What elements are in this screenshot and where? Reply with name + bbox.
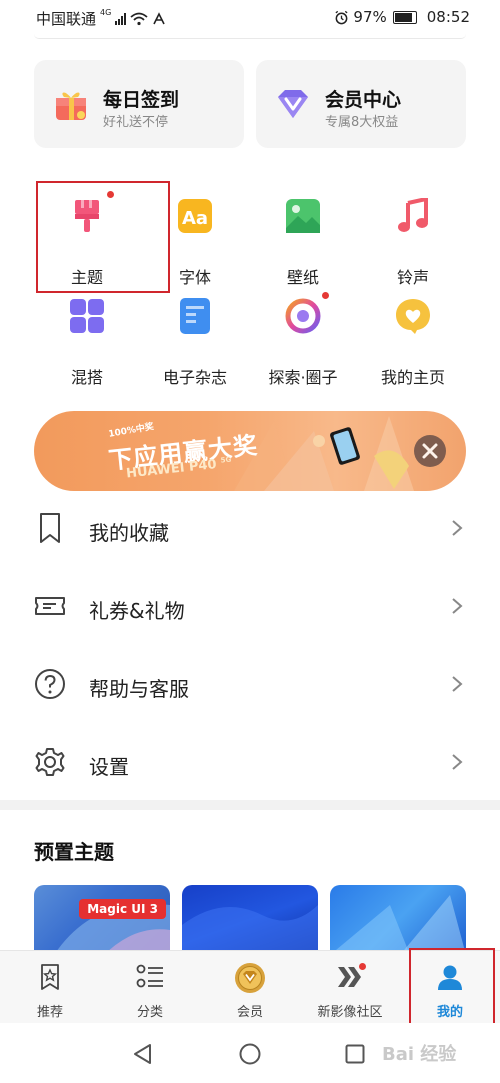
card-subtitle: 专属8大权益 (325, 115, 399, 130)
card-title: 每日签到 (103, 89, 180, 111)
grid-item-label: 探索·圈子 (268, 368, 338, 387)
gear-icon (35, 748, 65, 776)
theme-thumbnail[interactable] (182, 885, 318, 955)
highlight-box-theme (36, 181, 170, 293)
chevron-right-icon (452, 520, 463, 536)
help-icon (35, 669, 65, 699)
bookmark-icon (40, 513, 60, 543)
nav-tab-label: 推荐 (36, 1005, 63, 1020)
coupon-icon (35, 597, 65, 615)
menu-item-label: 我的收藏 (89, 521, 169, 545)
menu-item-help[interactable]: 帮助与客服 (0, 646, 500, 724)
grid-item-label: 我的主页 (380, 368, 445, 387)
header-edge (34, 34, 466, 39)
category-list-icon (136, 964, 163, 988)
menu-item-coupons[interactable]: 礼券&礼物 (0, 568, 500, 646)
svg-text:Aa: Aa (182, 208, 208, 229)
nav-tab-label: 新影像社区 (317, 1005, 383, 1020)
menu-item-favorites[interactable]: 我的收藏 (0, 490, 500, 568)
member-coin-icon (235, 963, 265, 993)
watermark: Bai 经验 (382, 1044, 457, 1065)
chevron-right-icon (452, 598, 463, 614)
card-title: 会员中心 (325, 89, 402, 111)
network-type: 4G (100, 8, 112, 17)
battery-icon (392, 10, 417, 24)
explore-circle-icon (285, 298, 321, 334)
clock: 08:52 (426, 8, 470, 26)
carrier-label: 中国联通 (36, 10, 97, 28)
nfc-icon (153, 11, 166, 24)
chevron-right-icon (452, 676, 463, 692)
vip-center-card[interactable]: 会员中心 专属8大权益 (256, 60, 466, 148)
font-icon: Aa (178, 199, 212, 233)
theme-thumbnail[interactable] (330, 885, 466, 955)
magic-ui-badge: Magic UI 3 (79, 899, 166, 919)
recommend-star-icon (41, 964, 59, 990)
card-subtitle: 好礼送不停 (103, 115, 169, 130)
wifi-icon (130, 12, 148, 25)
menu-item-label: 礼券&礼物 (89, 599, 185, 623)
menu-item-settings[interactable]: 设置 (0, 724, 500, 802)
nav-tab-category[interactable]: 分类 (100, 951, 200, 1024)
chevron-right-icon (452, 754, 463, 770)
daily-checkin-card[interactable]: 每日签到 好礼送不停 (34, 60, 244, 148)
nav-tab-member[interactable]: 会员 (200, 951, 300, 1024)
menu-item-label: 帮助与客服 (89, 677, 189, 701)
section-title-preset-themes: 预置主题 (34, 840, 114, 864)
section-divider (0, 800, 500, 810)
vip-diamond-icon (278, 90, 308, 118)
close-icon (422, 443, 438, 459)
battery-percent: 97% (353, 8, 387, 26)
promo-banner[interactable]: 100%中奖 下应用赢大奖 HUAWEI P40 5G (34, 411, 466, 491)
nav-tab-recommend[interactable]: 推荐 (0, 951, 100, 1024)
magazine-icon (180, 298, 210, 334)
theme-art (330, 895, 466, 955)
menu-item-label: 设置 (89, 755, 129, 779)
grid-item-explore[interactable]: 探索·圈子 (253, 298, 353, 388)
wallpaper-icon (286, 199, 320, 233)
home-icon[interactable] (239, 1043, 261, 1065)
theme-art (54, 903, 170, 955)
grid-item-label: 铃声 (396, 268, 429, 287)
grid-item-wallpaper[interactable]: 壁纸 (253, 198, 353, 288)
grid-item-magazine[interactable]: 电子杂志 (145, 298, 245, 388)
ringtone-music-icon (398, 198, 428, 232)
grid-item-label: 电子杂志 (162, 368, 227, 387)
back-icon[interactable] (132, 1043, 154, 1065)
alarm-icon (335, 10, 348, 24)
signal-icon (115, 12, 127, 25)
banner-close-button[interactable] (414, 435, 446, 467)
highlight-box-mine (409, 948, 495, 1035)
nav-tab-label: 分类 (136, 1005, 163, 1020)
grid-item-label: 混搭 (70, 368, 103, 387)
grid-item-mix[interactable]: 混搭 (37, 298, 137, 388)
notification-dot (322, 292, 329, 299)
nav-tab-community[interactable]: 新影像社区 (300, 951, 400, 1024)
gift-icon (56, 92, 86, 120)
homepage-heart-icon (396, 299, 430, 334)
grid-item-ringtone[interactable]: 铃声 (363, 198, 463, 288)
notification-dot (359, 963, 366, 970)
banner-product-suffix: 5G (220, 455, 232, 465)
grid-item-homepage[interactable]: 我的主页 (363, 298, 463, 388)
mix-grid-icon (70, 299, 104, 333)
status-bar: 中国联通 4G 97% 08:52 (0, 0, 500, 34)
nav-tab-label: 会员 (236, 1005, 263, 1020)
theme-art (182, 905, 318, 955)
recents-icon[interactable] (345, 1044, 365, 1064)
grid-item-label: 壁纸 (286, 268, 319, 287)
theme-thumbnail[interactable]: Magic UI 3 (34, 885, 170, 955)
